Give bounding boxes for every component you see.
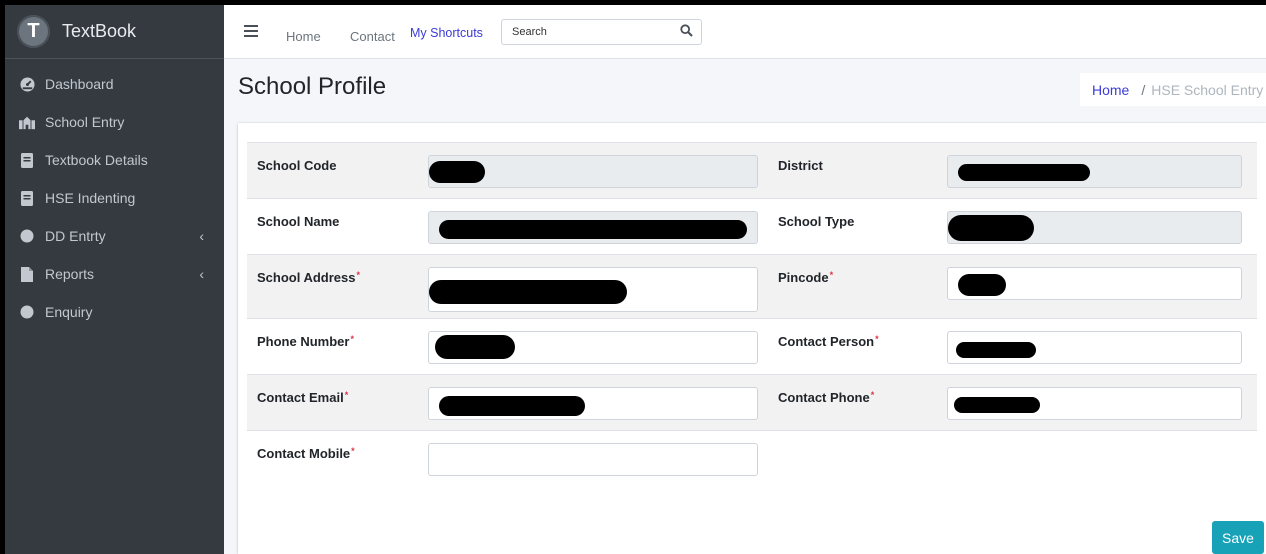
- circle-icon: [19, 304, 35, 320]
- school-address-textarea[interactable]: [428, 267, 758, 312]
- save-button[interactable]: Save: [1212, 521, 1264, 554]
- breadcrumb-separator: /: [1141, 81, 1146, 98]
- chevron-left-icon: ‹: [199, 228, 204, 244]
- page-title: School Profile: [238, 73, 387, 100]
- sidebar-item-hse-indenting[interactable]: HSE Indenting: [5, 179, 224, 217]
- chevron-left-icon: ‹: [199, 266, 204, 282]
- phone-number-label: Phone Number*: [257, 334, 354, 349]
- school-code-label: School Code: [257, 158, 337, 173]
- sidebar-item-textbook-details[interactable]: Textbook Details: [5, 141, 224, 179]
- school-address-label: School Address*: [257, 270, 360, 285]
- sidebar-item-label: HSE Indenting: [45, 190, 136, 206]
- pincode-input[interactable]: [947, 267, 1242, 300]
- breadcrumb: Home / HSE School Entry: [1080, 73, 1266, 106]
- district-field[interactable]: [947, 155, 1242, 188]
- form-row: School Code District: [247, 142, 1257, 198]
- sidebar-item-label: Textbook Details: [45, 152, 148, 168]
- nav-shortcuts-link[interactable]: My Shortcuts: [410, 26, 483, 40]
- redaction-mark: [958, 274, 1006, 296]
- sidebar-item-label: Reports: [45, 266, 95, 282]
- sidebar: T TextBook Dashboard School Entry Textbo…: [5, 5, 224, 554]
- sidebar-item-dashboard[interactable]: Dashboard: [5, 65, 224, 103]
- file-icon: [19, 266, 35, 282]
- search-input[interactable]: [510, 25, 674, 39]
- sidebar-item-label: School Entry: [45, 114, 125, 130]
- tachometer-icon: [19, 76, 35, 92]
- sidebar-item-dd-entry[interactable]: DD Entrty ‹: [5, 217, 224, 255]
- school-code-field[interactable]: [428, 155, 758, 188]
- form-row: Contact Mobile*: [247, 430, 1257, 486]
- book-icon: [19, 190, 35, 206]
- redaction-mark: [435, 335, 515, 359]
- form-row: School Name School Type: [247, 198, 1257, 254]
- school-type-field[interactable]: [947, 211, 1242, 244]
- contact-phone-input[interactable]: [947, 387, 1242, 420]
- sidebar-item-enquiry[interactable]: Enquiry: [5, 293, 224, 331]
- pincode-label: Pincode*: [778, 270, 834, 285]
- contact-person-label: Contact Person*: [778, 334, 879, 349]
- breadcrumb-current: HSE School Entry: [1151, 81, 1264, 98]
- contact-mobile-input[interactable]: [428, 443, 758, 476]
- contact-email-input[interactable]: [428, 387, 758, 420]
- sidebar-item-school-entry[interactable]: School Entry: [5, 103, 224, 141]
- sidebar-item-label: Dashboard: [45, 76, 114, 92]
- circle-icon: [19, 228, 35, 244]
- app-window: T TextBook Dashboard School Entry Textbo…: [5, 5, 1266, 554]
- brand-name: TextBook: [62, 21, 137, 41]
- contact-phone-label: Contact Phone*: [778, 390, 875, 405]
- search-icon[interactable]: [680, 24, 693, 42]
- redaction-mark: [958, 164, 1090, 181]
- redaction-mark: [439, 220, 747, 239]
- redaction-mark: [948, 215, 1034, 241]
- redaction-mark: [954, 397, 1040, 413]
- redaction-mark: [956, 342, 1036, 358]
- form-row: School Address* Pincode*: [247, 254, 1257, 318]
- school-profile-card: School Code District School Name School …: [238, 123, 1266, 554]
- breadcrumb-home-link[interactable]: Home: [1092, 82, 1129, 98]
- school-type-label: School Type: [778, 214, 855, 229]
- sidebar-item-label: Enquiry: [45, 304, 93, 320]
- book-icon: [19, 152, 35, 168]
- redaction-mark: [429, 161, 485, 183]
- phone-number-input[interactable]: [428, 331, 758, 364]
- brand[interactable]: T TextBook: [5, 5, 224, 59]
- redaction-mark: [429, 280, 627, 304]
- brand-logo: T: [17, 15, 50, 48]
- top-navbar: Home Contact My Shortcuts: [224, 5, 1266, 59]
- school-icon: [19, 114, 35, 130]
- menu-toggle-icon[interactable]: [244, 25, 258, 40]
- redaction-mark: [439, 396, 585, 416]
- form-row: Phone Number* Contact Person*: [247, 318, 1257, 374]
- sidebar-nav: Dashboard School Entry Textbook Details …: [5, 59, 224, 331]
- search-box: [501, 19, 702, 45]
- district-label: District: [778, 158, 823, 173]
- contact-email-label: Contact Email*: [257, 390, 349, 405]
- school-name-field[interactable]: [428, 211, 758, 244]
- form-row: Contact Email* Contact Phone*: [247, 374, 1257, 430]
- nav-home-link[interactable]: Home: [286, 29, 321, 44]
- sidebar-item-reports[interactable]: Reports ‹: [5, 255, 224, 293]
- contact-person-input[interactable]: [947, 331, 1242, 364]
- school-name-label: School Name: [257, 214, 340, 229]
- nav-contact-link[interactable]: Contact: [350, 29, 395, 44]
- sidebar-item-label: DD Entrty: [45, 228, 106, 244]
- contact-mobile-label: Contact Mobile*: [257, 446, 355, 461]
